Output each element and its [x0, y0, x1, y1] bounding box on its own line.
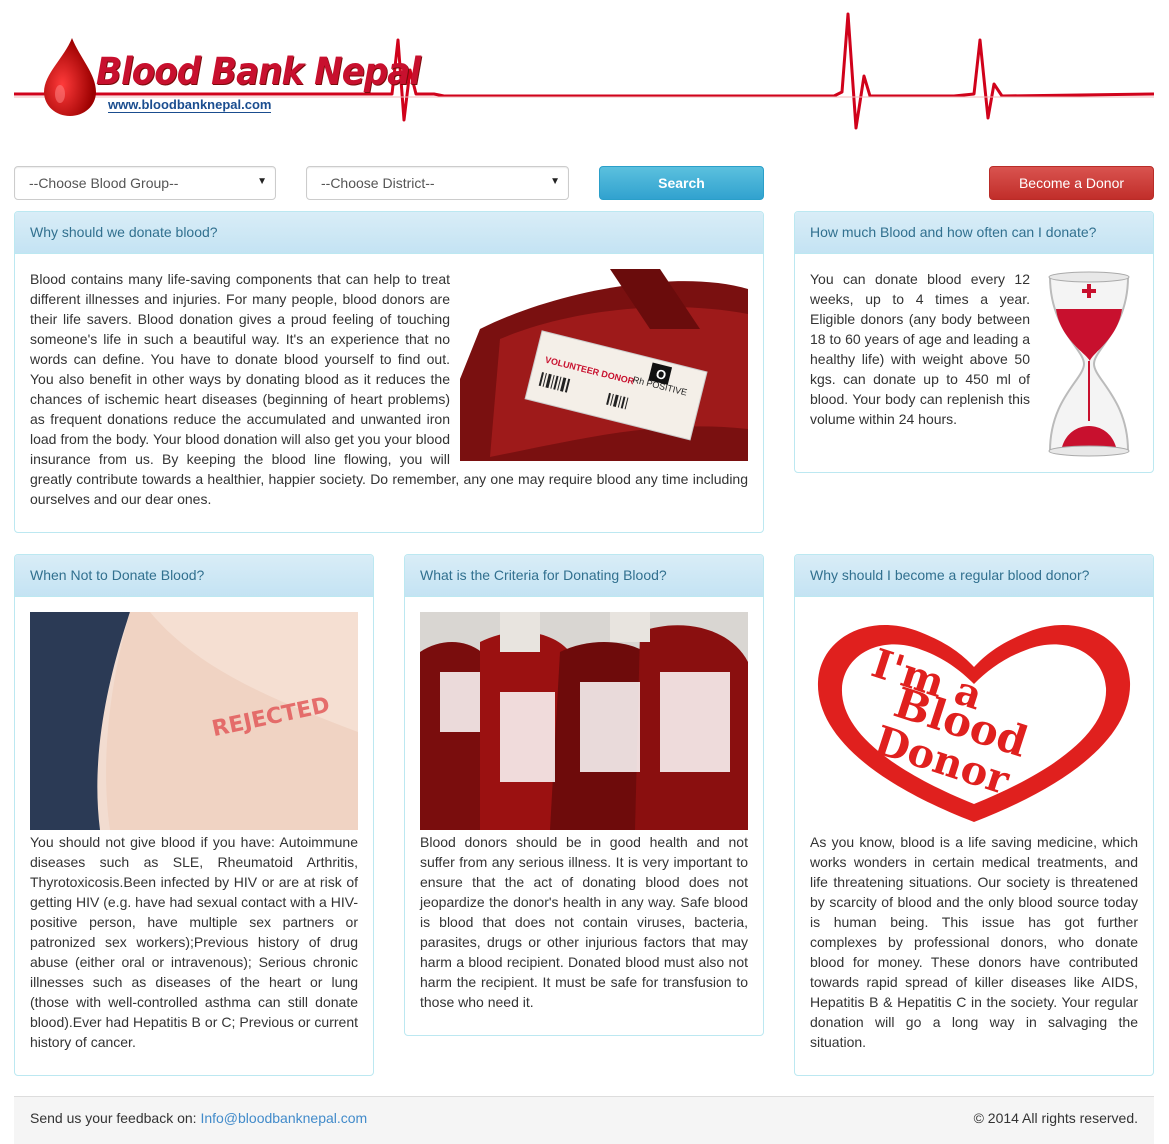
blood-bags-image — [420, 612, 748, 830]
blood-bag-image: VOLUNTEER DONOR Rh POSITIVE O — [460, 269, 748, 461]
district-select[interactable]: --Choose District-- ▼ — [306, 166, 569, 200]
site-footer: Send us your feedback on: Info@bloodbank… — [14, 1096, 1154, 1144]
panel-criteria: What is the Criteria for Donating Blood?… — [404, 554, 764, 1036]
panel-when-not-title: When Not to Donate Blood? — [15, 555, 373, 597]
hourglass-image — [1040, 269, 1138, 459]
panel-when-not-text: You should not give blood if you have: A… — [30, 834, 358, 1050]
become-donor-button[interactable]: Become a Donor — [989, 166, 1154, 200]
panel-regular-donor-text: As you know, blood is a life saving medi… — [810, 834, 1138, 1050]
footer-feedback-label: Send us your feedback on: — [30, 1110, 197, 1126]
blood-group-select-value: --Choose Blood Group-- — [29, 175, 179, 191]
dropdown-arrow-icon: ▼ — [550, 176, 560, 187]
panel-how-much-text: You can donate blood every 12 weeks, up … — [810, 271, 1030, 427]
district-select-value: --Choose District-- — [321, 175, 435, 191]
panel-why-donate: Why should we donate blood? VOLUNTEER DO… — [14, 211, 764, 533]
panel-criteria-text: Blood donors should be in good health an… — [420, 834, 748, 1010]
rejected-arm-image: REJECTED — [30, 612, 358, 830]
site-url-link[interactable]: www.bloodbanknepal.com — [108, 97, 272, 113]
site-logo-text[interactable]: Blood Bank Nepal — [96, 50, 421, 93]
panel-why-donate-title: Why should we donate blood? — [15, 212, 763, 254]
dropdown-arrow-icon: ▼ — [257, 176, 267, 187]
footer-feedback-email-link[interactable]: Info@bloodbanknepal.com — [200, 1110, 367, 1126]
panel-regular-donor: Why should I become a regular blood dono… — [794, 554, 1154, 1076]
search-button[interactable]: Search — [599, 166, 764, 200]
blood-donor-heart-image: I'm a Blood Donor — [810, 612, 1138, 830]
footer-copyright: © 2014 All rights reserved. — [973, 1110, 1138, 1126]
panel-criteria-title: What is the Criteria for Donating Blood? — [405, 555, 763, 597]
panel-when-not: When Not to Donate Blood? REJECTED You s… — [14, 554, 374, 1076]
panel-how-much: How much Blood and how often can I donat… — [794, 211, 1154, 473]
panel-how-much-title: How much Blood and how often can I donat… — [795, 212, 1153, 254]
footer-feedback: Send us your feedback on: Info@bloodbank… — [30, 1110, 367, 1126]
site-header: Blood Bank Nepal www.bloodbanknepal.com — [14, 10, 1154, 135]
blood-drop-icon — [44, 38, 96, 116]
blood-group-select[interactable]: --Choose Blood Group-- ▼ — [14, 166, 276, 200]
panel-regular-donor-title: Why should I become a regular blood dono… — [795, 555, 1153, 597]
